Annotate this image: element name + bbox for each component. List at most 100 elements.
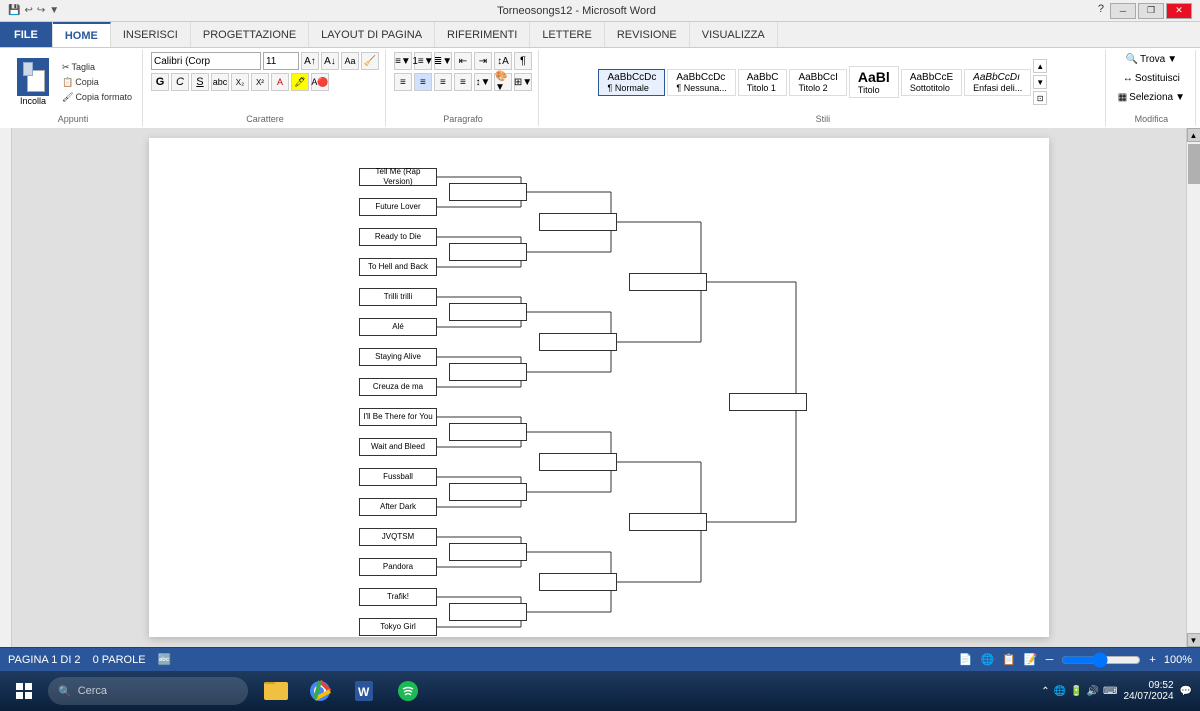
document-page: Tell Me (Rap Version)Future LoverReady t…: [149, 138, 1049, 637]
text-color-button[interactable]: A🔴: [311, 73, 329, 91]
replace-button[interactable]: ↔ Sostituisci: [1119, 71, 1184, 86]
search-bar[interactable]: 🔍 Cerca: [48, 677, 248, 705]
format-painter-button[interactable]: 🖌 Copia formato: [58, 91, 136, 104]
style-normale[interactable]: AaBbCcDc ¶ Normale: [598, 69, 665, 96]
view-outline-icon[interactable]: 📋: [1002, 653, 1016, 666]
select-button[interactable]: ▦ Seleziona ▼: [1114, 90, 1189, 105]
tab-visualizza[interactable]: VISUALIZZA: [690, 22, 778, 47]
justify-button[interactable]: ≡: [454, 73, 472, 91]
line-spacing-button[interactable]: ↕▼: [474, 73, 492, 91]
tab-riferimenti[interactable]: RIFERIMENTI: [435, 22, 530, 47]
tab-file[interactable]: FILE: [0, 22, 53, 47]
multilevel-button[interactable]: ≣▼: [434, 52, 452, 70]
borders-button[interactable]: ⊞▼: [514, 73, 532, 91]
status-bar: PAGINA 1 DI 2 0 PAROLE 🔤 📄 🌐 📋 📝 ─ + 100…: [0, 647, 1200, 671]
bullets-button[interactable]: ≡▼: [394, 52, 412, 70]
shading-button[interactable]: 🎨▼: [494, 73, 512, 91]
help-button[interactable]: ?: [1094, 3, 1108, 19]
style-enfasi[interactable]: AaBbCcDı Enfasi deli...: [964, 69, 1031, 96]
tab-home[interactable]: HOME: [53, 22, 111, 47]
taskbar-word[interactable]: W: [344, 673, 384, 709]
underline-button[interactable]: S: [191, 73, 209, 91]
paste-button[interactable]: Incolla: [10, 55, 56, 109]
svg-text:W: W: [358, 685, 370, 699]
start-button[interactable]: [4, 673, 44, 709]
tab-progettazione[interactable]: PROGETTAZIONE: [191, 22, 309, 47]
customize-icon[interactable]: ▼: [49, 5, 59, 16]
highlight-button[interactable]: 🖊: [291, 73, 309, 91]
para-row1: ≡▼ 1≡▼ ≣▼ ⇤ ⇥ ↕A ¶: [394, 52, 532, 70]
scroll-thumb[interactable]: [1188, 144, 1200, 184]
modifica-content: 🔍 Trova ▼ ↔ Sostituisci ▦ Seleziona ▼: [1114, 52, 1189, 112]
chevron-up-icon[interactable]: ⌃: [1041, 686, 1049, 697]
styles-down-button[interactable]: ▼: [1033, 75, 1047, 89]
align-right-button[interactable]: ≡: [434, 73, 452, 91]
font-shrink-button[interactable]: A↓: [321, 52, 339, 70]
italic-button[interactable]: C: [171, 73, 189, 91]
show-marks-button[interactable]: ¶: [514, 52, 532, 70]
minimize-button[interactable]: ─: [1110, 3, 1136, 19]
scroll-down-button[interactable]: ▼: [1187, 633, 1200, 647]
notification-icon[interactable]: 💬: [1180, 686, 1192, 697]
sort-button[interactable]: ↕A: [494, 52, 512, 70]
font-name-input[interactable]: [151, 52, 261, 70]
bold-button[interactable]: G: [151, 73, 169, 91]
styles-group: AaBbCcDc ¶ Normale AaBbCcDc ¶ Nessuna...…: [541, 50, 1106, 126]
find-button[interactable]: 🔍 Trova ▼: [1122, 52, 1182, 67]
strikethrough-button[interactable]: abc: [211, 73, 229, 91]
styles-expand-button[interactable]: ⊡: [1033, 91, 1047, 105]
styles-up-button[interactable]: ▲: [1033, 59, 1047, 73]
view-web-icon[interactable]: 🌐: [981, 653, 995, 666]
font-size-input[interactable]: [263, 52, 299, 70]
tab-inserisci[interactable]: INSERISCI: [111, 22, 191, 47]
r1-slot-14: Trafik!: [359, 588, 437, 606]
cut-button[interactable]: ✂ Taglia: [58, 61, 136, 74]
redo-icon[interactable]: ↪: [37, 5, 45, 16]
network-icon[interactable]: 🌐: [1054, 686, 1066, 697]
style-nessuna[interactable]: AaBbCcDc ¶ Nessuna...: [667, 69, 735, 96]
volume-icon[interactable]: 🔊: [1087, 686, 1099, 697]
clock[interactable]: 09:52 24/07/2024: [1123, 680, 1173, 702]
tab-revisione[interactable]: REVISIONE: [605, 22, 690, 47]
style-sottotitolo[interactable]: AaBbCcE Sottotitolo: [901, 69, 962, 96]
tab-lettere[interactable]: LETTERE: [530, 22, 605, 47]
r2-slot-0: [449, 183, 527, 201]
undo-icon[interactable]: ↩: [24, 5, 32, 16]
document-scroll[interactable]: Tell Me (Rap Version)Future LoverReady t…: [12, 128, 1186, 647]
font-case-button[interactable]: Aa: [341, 52, 359, 70]
taskbar-spotify[interactable]: [388, 673, 428, 709]
increase-indent-button[interactable]: ⇥: [474, 52, 492, 70]
superscript-button[interactable]: X²: [251, 73, 269, 91]
zoom-slider[interactable]: [1061, 652, 1141, 668]
style-titolo1[interactable]: AaBbC Titolo 1: [738, 69, 788, 96]
r1-slot-13: Pandora: [359, 558, 437, 576]
style-titolo2[interactable]: AaBbCcI Titolo 2: [789, 69, 846, 96]
font-grow-button[interactable]: A↑: [301, 52, 319, 70]
font-group: A↑ A↓ Aa 🧹 G C S abc X₂ X² A 🖊 A🔴 Caratt…: [145, 50, 386, 126]
zoom-out-button[interactable]: ─: [1046, 654, 1054, 666]
status-left: PAGINA 1 DI 2 0 PAROLE 🔤: [8, 653, 171, 666]
style-titolo[interactable]: AaBl Titolo: [849, 66, 899, 98]
restore-button[interactable]: ❐: [1138, 3, 1164, 19]
tab-layout[interactable]: LAYOUT DI PAGINA: [309, 22, 435, 47]
zoom-in-button[interactable]: +: [1149, 654, 1155, 666]
view-draft-icon[interactable]: 📝: [1024, 653, 1038, 666]
align-center-button[interactable]: ≡: [414, 73, 432, 91]
r4-slot-0: [629, 273, 707, 291]
ribbon-tabs: FILE HOME INSERISCI PROGETTAZIONE LAYOUT…: [0, 22, 1200, 48]
quick-save-icon[interactable]: 💾: [8, 5, 20, 16]
view-normal-icon[interactable]: 📄: [959, 653, 973, 666]
subscript-button[interactable]: X₂: [231, 73, 249, 91]
numbering-button[interactable]: 1≡▼: [414, 52, 432, 70]
page-info: PAGINA 1 DI 2: [8, 654, 81, 666]
close-button[interactable]: ✕: [1166, 3, 1192, 19]
clear-format-button[interactable]: 🧹: [361, 52, 379, 70]
zoom-level[interactable]: 100%: [1164, 654, 1192, 666]
decrease-indent-button[interactable]: ⇤: [454, 52, 472, 70]
taskbar-chrome[interactable]: [300, 673, 340, 709]
font-color-button[interactable]: A: [271, 73, 289, 91]
scroll-up-button[interactable]: ▲: [1187, 128, 1200, 142]
align-left-button[interactable]: ≡: [394, 73, 412, 91]
copy-button[interactable]: 📋 Copia: [58, 76, 136, 89]
taskbar-explorer[interactable]: [256, 673, 296, 709]
